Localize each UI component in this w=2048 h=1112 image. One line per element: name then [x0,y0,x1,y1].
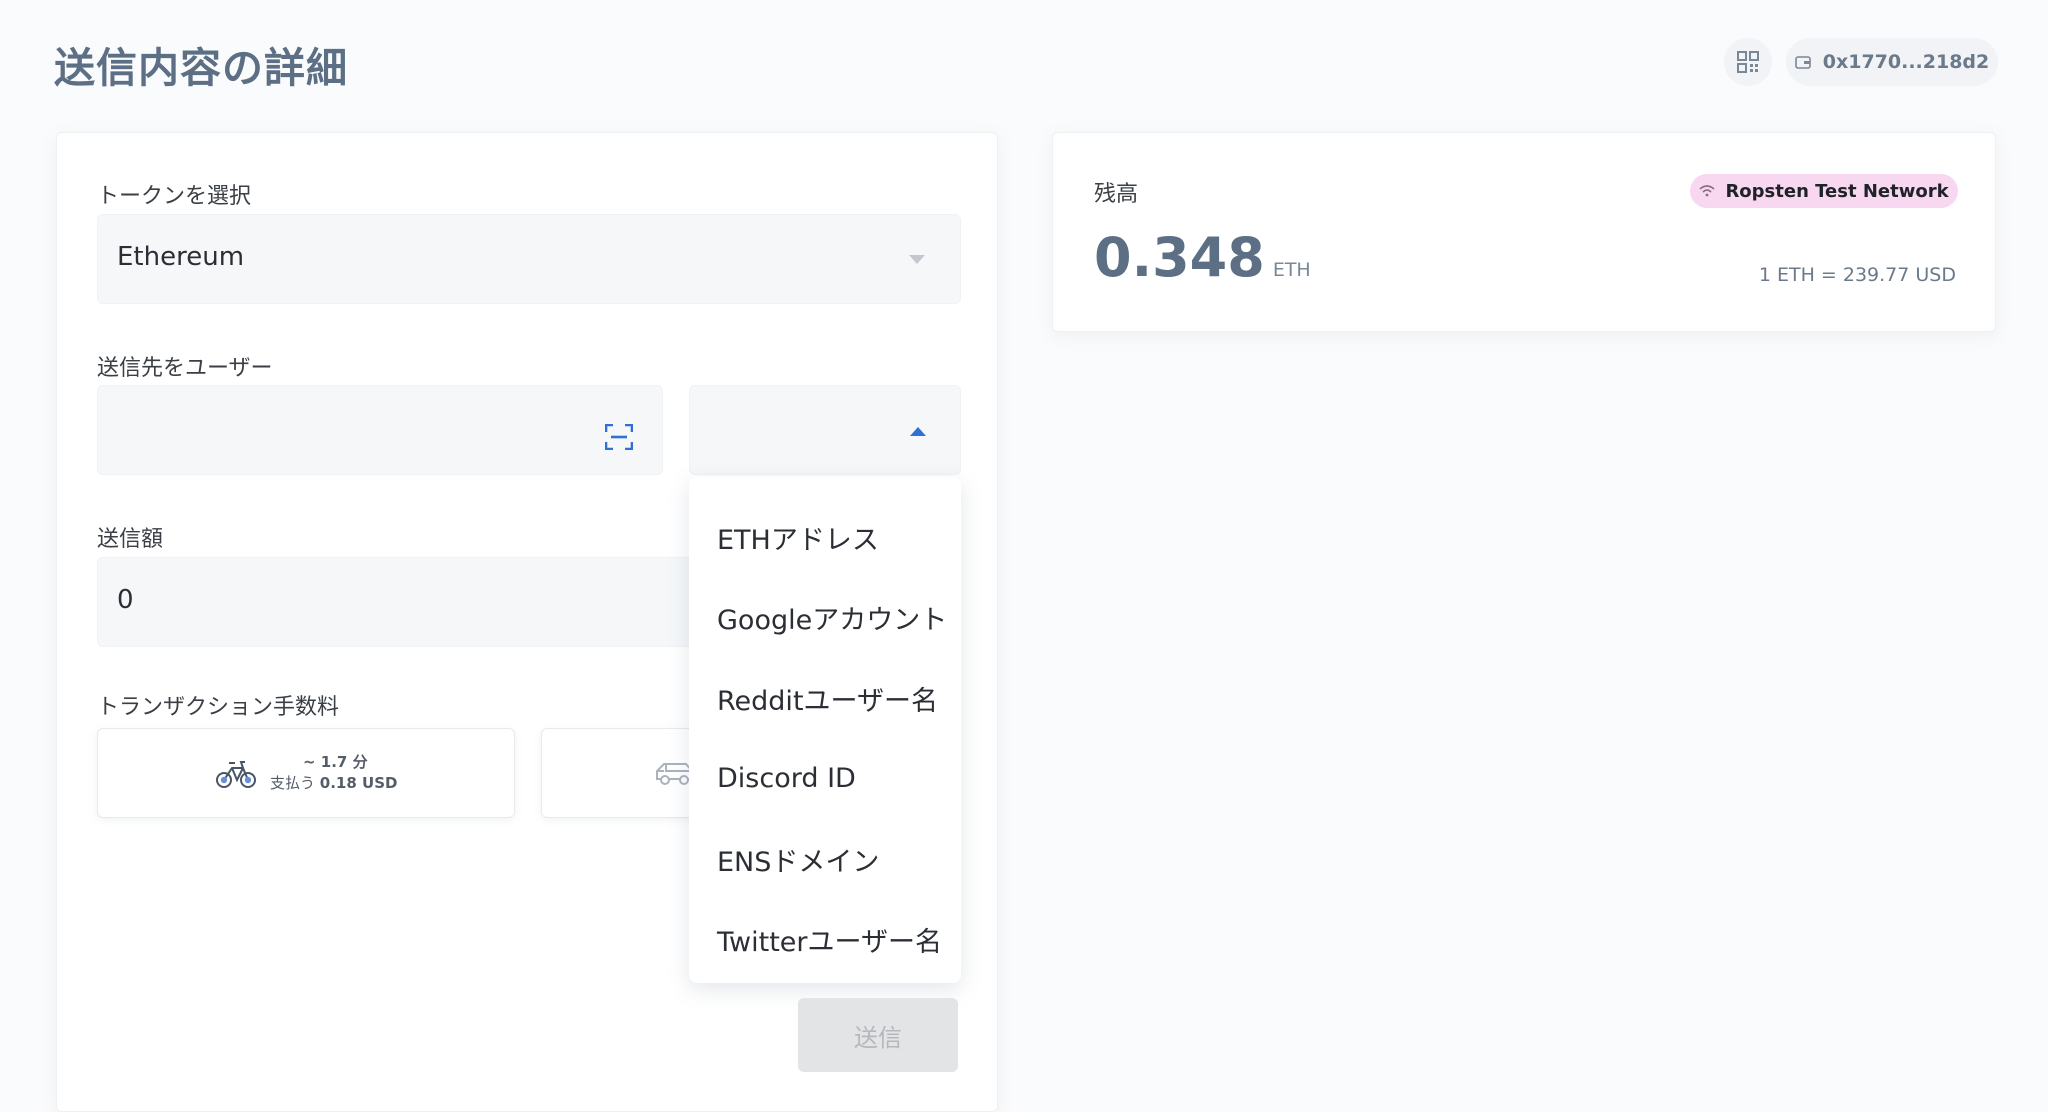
fee-option-slow[interactable]: ~ 1.7 分 支払う 0.18 USD [97,728,515,818]
balance-label: 残高 [1094,182,1139,207]
balance-unit: ETH [1272,259,1311,281]
fee-payment: 支払う 0.18 USD [270,772,397,793]
chevron-down-icon [909,255,925,264]
fee-label: トランザクション手数料 [97,695,340,720]
send-button[interactable]: 送信 [798,998,958,1072]
token-label: トークンを選択 [97,184,252,209]
page-title: 送信内容の詳細 [54,44,348,92]
qr-code-button[interactable] [1724,38,1772,86]
recipient-type-select[interactable] [689,385,961,475]
wallet-icon [1794,55,1811,69]
recipient-input[interactable] [97,385,663,475]
wallet-address: 0x1770...218d2 [1822,51,1990,73]
recipient-type-menu: ETHアドレス Googleアカウント Redditユーザー名 Discord … [689,477,961,983]
fee-pay-amount: 0.18 USD [319,774,398,792]
recipient-label: 送信先をユーザー [97,356,273,381]
qr-code-icon [1737,51,1759,73]
wifi-icon [1699,185,1715,197]
wallet-address-button[interactable]: 0x1770...218d2 [1786,38,1998,86]
balance-amount: 0.348 [1094,226,1265,289]
menu-item-eth-address[interactable]: ETHアドレス [689,497,961,578]
scan-qr-icon[interactable] [605,424,633,450]
fee-pay-prefix: 支払う [270,774,316,792]
fee-option-medium[interactable] [541,728,701,818]
menu-item-reddit-username[interactable]: Redditユーザー名 [689,658,961,739]
balance-amount-row: 0.348 ETH [1094,226,1311,289]
chevron-up-icon [910,427,926,436]
token-select[interactable]: Ethereum [97,214,961,304]
amount-input-value: 0 [117,585,134,615]
network-name: Ropsten Test Network [1725,180,1949,202]
exchange-rate: 1 ETH = 239.77 USD [1758,264,1956,286]
menu-item-discord-id[interactable]: Discord ID [689,739,961,820]
amount-label: 送信額 [97,527,164,552]
menu-item-google-account[interactable]: Googleアカウント [689,578,961,659]
token-select-value: Ethereum [117,242,245,272]
menu-item-twitter-username[interactable]: Twitterユーザー名 [689,900,961,981]
menu-item-ens-domain[interactable]: ENSドメイン [689,819,961,900]
fee-time: ~ 1.7 分 [303,753,368,771]
network-badge: Ropsten Test Network [1690,174,1958,208]
bicycle-icon [216,761,256,788]
car-icon [656,763,693,785]
